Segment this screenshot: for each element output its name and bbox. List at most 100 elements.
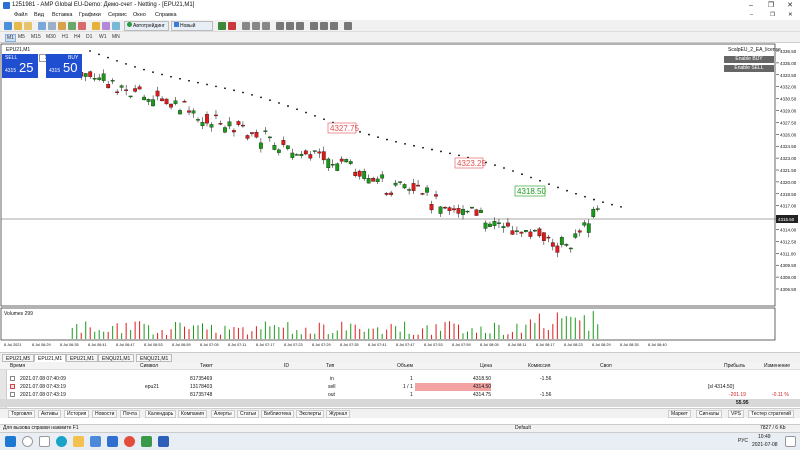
menu-help[interactable]: Справка: [155, 12, 177, 18]
indicators-icon[interactable]: [310, 22, 318, 30]
sell-icon[interactable]: [228, 22, 236, 30]
table-row[interactable]: 2021.07.08 07:43:19 epu21 13178403 sell …: [0, 383, 800, 391]
app-icon[interactable]: [141, 436, 152, 447]
tab-exposure[interactable]: Активы: [38, 410, 61, 418]
enable-buy-button[interactable]: Enable BUY: [724, 56, 774, 63]
close-icon[interactable]: ✕: [783, 1, 797, 10]
market-watch-icon[interactable]: [38, 22, 46, 30]
tester-link[interactable]: Тестер стратегий: [748, 410, 794, 418]
col-ticket[interactable]: Тикет: [200, 363, 213, 369]
vps-icon[interactable]: [112, 22, 120, 30]
chart-bars-icon[interactable]: [242, 22, 250, 30]
tab-mailbox[interactable]: Почта: [120, 410, 140, 418]
tile-icon[interactable]: [296, 22, 304, 30]
menu-restore-icon[interactable]: ❐: [770, 12, 775, 18]
col-symbol[interactable]: Символ: [140, 363, 158, 369]
col-change[interactable]: Изменение: [764, 363, 790, 369]
store-icon[interactable]: [90, 436, 101, 447]
buy-button[interactable]: BUY 4315 50: [46, 54, 82, 78]
chart-window[interactable]: 4336.50 4335.00 4333.50 4332.00 4330.50 4329.…: [0, 43, 800, 348]
enable-sell-button[interactable]: Enable SELL: [724, 65, 774, 72]
zoom-out-icon[interactable]: [286, 22, 294, 30]
tf-h4[interactable]: H4: [74, 34, 80, 40]
chart-line-icon[interactable]: [262, 22, 270, 30]
new-chart-icon[interactable]: [4, 22, 12, 30]
table-row[interactable]: 2021.07.08 07:40:09 81735469 in 1 4318.5…: [0, 375, 800, 383]
data-window-icon[interactable]: [48, 22, 56, 30]
menu-charts[interactable]: Графики: [79, 12, 101, 18]
tab-articles[interactable]: Статьи: [237, 410, 260, 418]
zoom-in-icon[interactable]: [276, 22, 284, 30]
tray-lang[interactable]: РУС: [738, 438, 748, 444]
tab-trade[interactable]: Торговля: [8, 410, 35, 418]
col-profit[interactable]: Прибыль: [724, 363, 745, 369]
col-volume[interactable]: Объем: [397, 363, 413, 369]
chart-tab[interactable]: EPU21,M1: [66, 354, 99, 362]
col-id[interactable]: ID: [284, 363, 289, 369]
explorer-icon[interactable]: [73, 436, 84, 447]
toolbox-icon[interactable]: [68, 22, 76, 30]
col-price[interactable]: Цена: [480, 363, 492, 369]
windows-start-icon[interactable]: [5, 436, 16, 447]
templates-icon[interactable]: [330, 22, 338, 30]
vps-link[interactable]: VPS: [728, 410, 745, 418]
market-link[interactable]: Маркет: [668, 410, 691, 418]
tf-m15[interactable]: M15: [31, 34, 41, 40]
col-swap[interactable]: Своп: [600, 363, 612, 369]
tab-experts[interactable]: Эксперты: [296, 410, 325, 418]
menu-minimize-icon[interactable]: –: [750, 12, 753, 18]
chart-tab[interactable]: ENQU21,M1: [98, 354, 135, 362]
tab-company[interactable]: Компания: [178, 410, 207, 418]
tab-library[interactable]: Библиотека: [261, 410, 295, 418]
scripts-icon[interactable]: [102, 22, 110, 30]
buy-icon[interactable]: [218, 22, 226, 30]
screenshot-icon[interactable]: [344, 22, 352, 30]
col-time[interactable]: Время: [10, 363, 25, 369]
signals-link[interactable]: Сигналы: [696, 410, 723, 418]
metatrader-icon[interactable]: [158, 436, 169, 447]
autotrading-button[interactable]: Автотрейдинг: [124, 21, 169, 31]
tf-w1[interactable]: W1: [99, 34, 107, 40]
tester-icon[interactable]: [78, 22, 86, 30]
menu-file[interactable]: Файл: [14, 12, 28, 18]
tf-m30[interactable]: M30: [46, 34, 56, 40]
tab-journal[interactable]: Журнал: [326, 410, 351, 418]
tf-m5[interactable]: M5: [18, 34, 25, 40]
menu-tools[interactable]: Сервис: [108, 12, 127, 18]
tf-mn[interactable]: MN: [112, 34, 120, 40]
tab-calendar[interactable]: Календарь: [145, 410, 177, 418]
chart-tab[interactable]: EPU21,M1: [34, 354, 67, 362]
tf-d1[interactable]: D1: [86, 34, 92, 40]
col-type[interactable]: Тип: [326, 363, 334, 369]
task-view-icon[interactable]: [39, 436, 50, 447]
col-commission[interactable]: Комиссия: [528, 363, 550, 369]
chart-tab[interactable]: ENQU21,M1: [136, 354, 173, 362]
price-chart[interactable]: 4336.50 4335.00 4333.50 4332.00 4330.50 4329.…: [0, 43, 800, 348]
periods-icon[interactable]: [320, 22, 328, 30]
tab-history[interactable]: История: [64, 410, 90, 418]
tab-alerts[interactable]: Алерты: [211, 410, 235, 418]
chart-tab[interactable]: EPU21,M5: [2, 354, 35, 362]
chart-candles-icon[interactable]: [252, 22, 260, 30]
menu-insert[interactable]: Вставка: [52, 12, 72, 18]
sell-button[interactable]: SELL 4315 25: [2, 54, 38, 78]
tab-news[interactable]: Новости: [92, 410, 118, 418]
menu-view[interactable]: Вид: [34, 12, 44, 18]
mail-icon[interactable]: [107, 436, 118, 447]
minimize-icon[interactable]: –: [744, 1, 758, 10]
table-row[interactable]: 2021.07.08 07:43:19 81735748 out 1 4314.…: [0, 391, 800, 399]
ide-icon[interactable]: [92, 22, 100, 30]
profiles-icon[interactable]: [14, 22, 22, 30]
tf-m1[interactable]: M1: [5, 34, 16, 42]
edge-icon[interactable]: [56, 436, 67, 447]
new-order-button[interactable]: Новый ордер: [171, 21, 213, 37]
search-icon[interactable]: [22, 436, 33, 447]
menu-close-icon[interactable]: ✕: [788, 12, 793, 18]
open-icon[interactable]: [24, 22, 32, 30]
tf-h1[interactable]: H1: [62, 34, 68, 40]
notifications-icon[interactable]: [785, 436, 796, 447]
menu-window[interactable]: Окно: [133, 12, 146, 18]
navigator-icon[interactable]: [58, 22, 66, 30]
maximize-icon[interactable]: ❐: [764, 1, 778, 10]
chrome-icon[interactable]: [124, 436, 135, 447]
